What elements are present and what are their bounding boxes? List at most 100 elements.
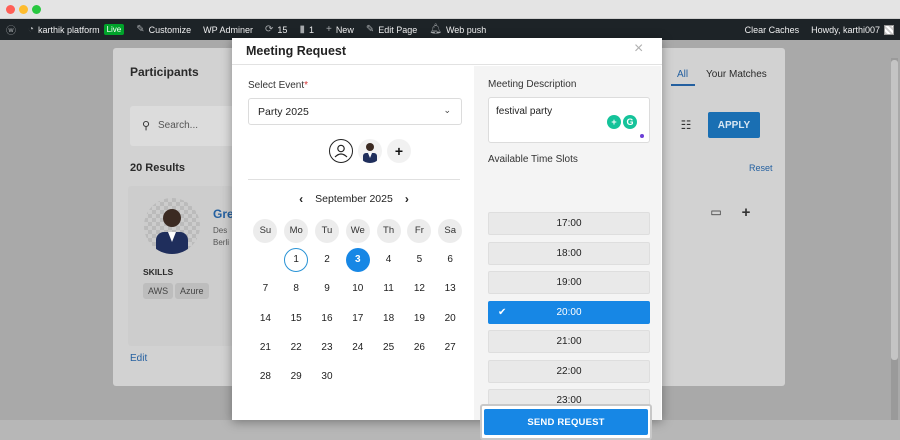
- calendar-day[interactable]: 6: [435, 245, 466, 274]
- calendar-day[interactable]: 17: [342, 304, 373, 333]
- participant-designation: Des: [213, 226, 228, 235]
- customize-link[interactable]: ✎ Customize: [130, 19, 197, 40]
- grammar-tools: + G: [607, 115, 637, 129]
- assistant-icon[interactable]: +: [607, 115, 621, 129]
- participant-location: Berli: [213, 238, 230, 247]
- calendar-day[interactable]: 14: [250, 304, 281, 333]
- calendar-day[interactable]: 7: [250, 274, 281, 303]
- clear-caches-link[interactable]: Clear Caches: [739, 19, 806, 40]
- calendar-day[interactable]: 23: [312, 333, 343, 362]
- description-textarea[interactable]: festival party + G: [488, 97, 650, 143]
- time-slot-selected[interactable]: ✔ 20:00: [488, 300, 650, 324]
- calendar-day[interactable]: 20: [435, 304, 466, 333]
- minimize-window-button[interactable]: [19, 5, 28, 14]
- send-request-button[interactable]: SEND REQUEST: [484, 409, 648, 435]
- message-icon[interactable]: ▭: [706, 202, 726, 222]
- weekday-header: Tu: [312, 216, 343, 245]
- grammarly-icon[interactable]: G: [623, 115, 637, 129]
- description-slots-column: Meeting Description festival party + G A…: [474, 66, 661, 440]
- time-slot-label: 22:00: [556, 365, 582, 377]
- time-slot[interactable]: 18:00: [488, 241, 650, 265]
- weekday-header: Su: [250, 216, 281, 245]
- close-icon[interactable]: ×: [634, 40, 643, 58]
- prev-month-button[interactable]: ‹: [299, 192, 303, 206]
- time-slot-label: 21:00: [556, 336, 582, 347]
- calendar-day[interactable]: 25: [373, 333, 404, 362]
- calendar-day[interactable]: 18: [373, 304, 404, 333]
- skill-tag: AWS: [143, 283, 174, 299]
- description-label: Meeting Description: [488, 79, 577, 90]
- calendar-day[interactable]: 15: [281, 304, 312, 333]
- comment-icon: ▮: [299, 24, 305, 35]
- next-month-button[interactable]: ›: [405, 192, 409, 206]
- site-name-link[interactable]: ◔ karthik platform Live: [22, 19, 130, 40]
- updates-link[interactable]: ⟳ 15: [259, 19, 293, 40]
- active-tab-indicator: [671, 84, 695, 86]
- chevron-down-icon: ⌄: [443, 105, 451, 115]
- calendar-day[interactable]: 12: [404, 274, 435, 303]
- filter-icon[interactable]: ☷: [676, 115, 696, 135]
- calendar-day[interactable]: 24: [342, 333, 373, 362]
- calendar-day[interactable]: 2: [312, 245, 343, 274]
- calendar-day[interactable]: 11: [373, 274, 404, 303]
- time-slot[interactable]: 22:00: [488, 359, 650, 383]
- meeting-request-modal: Meeting Request × Select Event* Party 20…: [232, 38, 662, 440]
- wordpress-logo[interactable]: ⓦ: [0, 19, 22, 40]
- add-participant-icon[interactable]: +: [736, 202, 756, 222]
- selected-day[interactable]: 3: [342, 245, 373, 274]
- divider: [248, 179, 460, 180]
- reset-link[interactable]: Reset: [749, 163, 773, 173]
- skill-tag: Azure: [175, 283, 209, 299]
- time-slot[interactable]: 17:00: [488, 212, 650, 235]
- add-attendee-button[interactable]: +: [387, 139, 411, 163]
- calendar-day[interactable]: 8: [281, 274, 312, 303]
- edit-page-link[interactable]: ✎ Edit Page: [360, 19, 423, 40]
- calendar-day[interactable]: 22: [281, 333, 312, 362]
- wp-admin-bar: ⓦ ◔ karthik platform Live ✎ Customize WP…: [0, 19, 900, 40]
- tab-all[interactable]: All: [677, 69, 688, 80]
- calendar-day[interactable]: 27: [435, 333, 466, 362]
- time-slot-label: 18:00: [556, 247, 582, 259]
- calendar-day[interactable]: 13: [435, 274, 466, 303]
- results-count: 20 Results: [130, 162, 186, 174]
- apply-button[interactable]: APPLY: [708, 112, 760, 138]
- calendar-day[interactable]: 28: [250, 362, 281, 391]
- web-push-link[interactable]: 🔔︎ Web push: [423, 19, 492, 40]
- plus-icon: +: [325, 24, 332, 35]
- wp-adminer-link[interactable]: WP Adminer: [197, 19, 259, 40]
- weekday-header: Fr: [404, 216, 435, 245]
- calendar-day[interactable]: 16: [312, 304, 343, 333]
- calendar-day[interactable]: 4: [373, 245, 404, 274]
- tab-your-matches[interactable]: Your Matches: [706, 69, 767, 80]
- calendar-day[interactable]: 29: [281, 362, 312, 391]
- maximize-window-button[interactable]: [32, 5, 41, 14]
- attendee-avatar: [358, 139, 382, 163]
- live-badge: Live: [103, 24, 125, 35]
- time-slot[interactable]: 19:00: [488, 271, 650, 294]
- time-slots-label: Available Time Slots: [488, 154, 578, 165]
- modal-title: Meeting Request: [246, 44, 347, 58]
- time-slot-label: 20:00: [556, 306, 582, 318]
- time-slot[interactable]: 21:00: [488, 330, 650, 353]
- calendar-day[interactable]: 10: [342, 274, 373, 303]
- howdy-label: Howdy, karthi007: [811, 24, 880, 35]
- weekday-header: Th: [373, 216, 404, 245]
- page-scrollbar[interactable]: [891, 58, 898, 420]
- close-window-button[interactable]: [6, 5, 15, 14]
- calendar-day[interactable]: 30: [312, 362, 343, 391]
- calendar-day[interactable]: 26: [404, 333, 435, 362]
- comments-link[interactable]: ▮ 1: [293, 19, 320, 40]
- skills-label: SKILLS: [143, 267, 174, 277]
- check-icon: ✔: [498, 306, 507, 318]
- calendar-day[interactable]: 5: [404, 245, 435, 274]
- account-menu[interactable]: Howdy, karthi007: [805, 19, 900, 40]
- calendar-day[interactable]: 1: [281, 245, 312, 274]
- calendar-day[interactable]: 9: [312, 274, 343, 303]
- event-select[interactable]: Party 2025 ⌄: [248, 98, 462, 125]
- calendar-day[interactable]: 19: [404, 304, 435, 333]
- calendar-month-label: September 2025: [315, 193, 393, 205]
- participant-name[interactable]: Gre: [213, 207, 234, 221]
- new-content-link[interactable]: + New: [320, 19, 360, 40]
- edit-link[interactable]: Edit: [130, 353, 147, 364]
- calendar-day[interactable]: 21: [250, 333, 281, 362]
